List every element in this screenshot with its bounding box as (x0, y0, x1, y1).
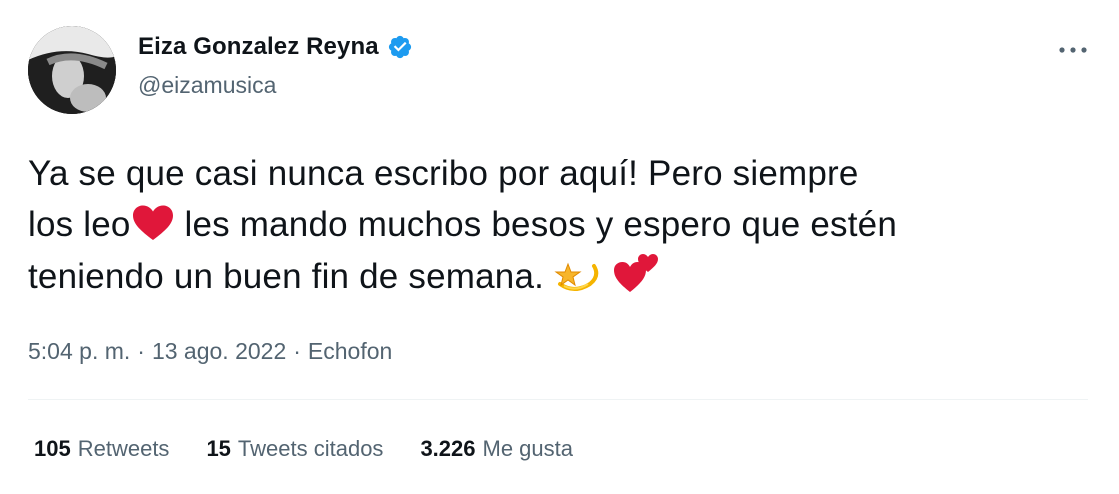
retweets-stat[interactable]: 105 Retweets (34, 436, 169, 462)
meta-separator: · (137, 338, 145, 364)
quote-tweets-label: Tweets citados (237, 436, 384, 461)
tweet-text-segment: los leo (28, 205, 131, 244)
divider (28, 399, 1088, 400)
avatar[interactable] (28, 26, 116, 114)
tweet-text: Ya se que casi nunca escribo por aquí! P… (28, 148, 1098, 302)
avatar-photo (28, 26, 116, 114)
likes-count: 3.226 (420, 436, 476, 461)
tweet-text-segment: teniendo un buen fin de semana. (28, 257, 554, 296)
tweet-text-segment: les mando muchos besos y espero que esté… (174, 205, 898, 244)
dizzy-star-emoji-icon (554, 262, 599, 291)
tweet-text-line-2: los leo les mando muchos besos y espero … (28, 199, 1098, 250)
quote-tweets-stat[interactable]: 15 Tweets citados (206, 436, 383, 462)
tweet-text-line-1: Ya se que casi nunca escribo por aquí! P… (28, 154, 859, 193)
verified-badge-icon (388, 35, 411, 59)
meta-separator: · (293, 338, 301, 364)
tweet-date[interactable]: 13 ago. 2022 (152, 338, 286, 365)
red-heart-emoji-icon (132, 205, 173, 240)
tweet-meta: 5:04 p. m. · 13 ago. 2022 · Echofon (28, 338, 392, 365)
tweet-stats: 105 Retweets 15 Tweets citados 3.226 Me … (34, 436, 610, 462)
more-options-button[interactable] (1055, 36, 1091, 64)
retweets-count: 105 (34, 436, 71, 461)
tweet-time[interactable]: 5:04 p. m. (28, 338, 130, 365)
quote-tweets-count: 15 (206, 436, 231, 461)
author-name-row[interactable]: Eiza Gonzalez Reyna (138, 33, 413, 61)
two-hearts-emoji-icon (613, 254, 658, 292)
tweet-text-line-3: teniendo un buen fin de semana. (28, 250, 1098, 302)
author-handle[interactable]: @eizamusica (138, 72, 276, 99)
author-display-name[interactable]: Eiza Gonzalez Reyna (138, 33, 379, 61)
likes-stat[interactable]: 3.226 Me gusta (420, 436, 573, 462)
tweet-source[interactable]: Echofon (308, 338, 392, 365)
likes-label: Me gusta (482, 436, 574, 461)
retweets-label: Retweets (77, 436, 170, 461)
more-dots-icon (1059, 47, 1087, 53)
